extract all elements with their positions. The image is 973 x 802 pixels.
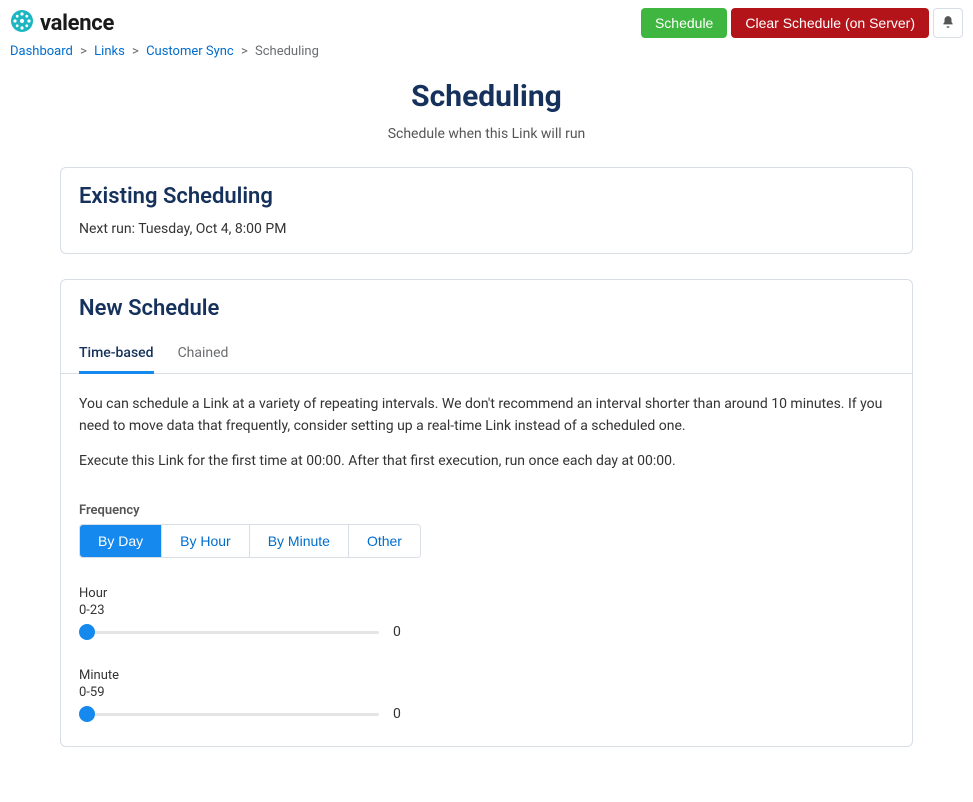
breadcrumb-dashboard[interactable]: Dashboard <box>10 44 73 59</box>
minute-slider-value: 0 <box>393 706 405 722</box>
minute-slider-thumb[interactable] <box>79 706 95 722</box>
hour-slider-label: Hour <box>79 586 894 601</box>
new-schedule-title: New Schedule <box>79 296 912 321</box>
breadcrumb-current: Scheduling <box>255 44 319 59</box>
help-text: You can schedule a Link at a variety of … <box>79 394 894 437</box>
minute-slider[interactable] <box>79 706 379 722</box>
freq-other-button[interactable]: Other <box>349 525 420 557</box>
hour-slider-block: Hour 0-23 0 <box>79 586 894 640</box>
hour-slider-thumb[interactable] <box>79 624 95 640</box>
minute-slider-range: 0-59 <box>79 685 894 700</box>
breadcrumb-customer-sync[interactable]: Customer Sync <box>146 44 234 59</box>
brand-logo-icon <box>10 9 34 37</box>
schedule-tabs: Time-based Chained <box>61 337 912 374</box>
brand: valence <box>10 9 114 37</box>
top-actions: Schedule Clear Schedule (on Server) <box>641 8 963 38</box>
tab-chained[interactable]: Chained <box>178 337 229 374</box>
hour-slider[interactable] <box>79 624 379 640</box>
hour-slider-range: 0-23 <box>79 603 894 618</box>
existing-scheduling-card: Existing Scheduling Next run: Tuesday, O… <box>60 167 913 254</box>
tab-time-based[interactable]: Time-based <box>79 337 154 374</box>
brand-name: valence <box>40 11 114 36</box>
tab-body-time-based: You can schedule a Link at a variety of … <box>61 374 912 746</box>
existing-next-run: Next run: Tuesday, Oct 4, 8:00 PM <box>79 221 894 237</box>
slider-rail <box>79 713 379 716</box>
page-subtitle: Schedule when this Link will run <box>10 126 963 142</box>
bell-icon <box>941 15 955 32</box>
freq-by-hour-button[interactable]: By Hour <box>162 525 250 557</box>
schedule-button[interactable]: Schedule <box>641 8 727 38</box>
frequency-label: Frequency <box>79 503 894 518</box>
breadcrumb: Dashboard > Links > Customer Sync > Sche… <box>0 38 973 69</box>
slider-rail <box>79 631 379 634</box>
notifications-button[interactable] <box>933 8 963 38</box>
freq-by-minute-button[interactable]: By Minute <box>250 525 349 557</box>
minute-slider-block: Minute 0-59 0 <box>79 668 894 722</box>
frequency-button-group: By Day By Hour By Minute Other <box>79 524 421 558</box>
existing-scheduling-title: Existing Scheduling <box>79 184 894 209</box>
exec-summary: Execute this Link for the first time at … <box>79 451 894 473</box>
minute-slider-label: Minute <box>79 668 894 683</box>
freq-by-day-button[interactable]: By Day <box>80 525 162 557</box>
breadcrumb-sep: > <box>132 44 139 59</box>
clear-schedule-button[interactable]: Clear Schedule (on Server) <box>731 8 929 38</box>
page-title: Scheduling <box>10 79 963 114</box>
new-schedule-card: New Schedule Time-based Chained You can … <box>60 279 913 747</box>
breadcrumb-sep: > <box>241 44 248 59</box>
hour-slider-value: 0 <box>393 624 405 640</box>
breadcrumb-links[interactable]: Links <box>94 44 125 59</box>
breadcrumb-sep: > <box>80 44 87 59</box>
